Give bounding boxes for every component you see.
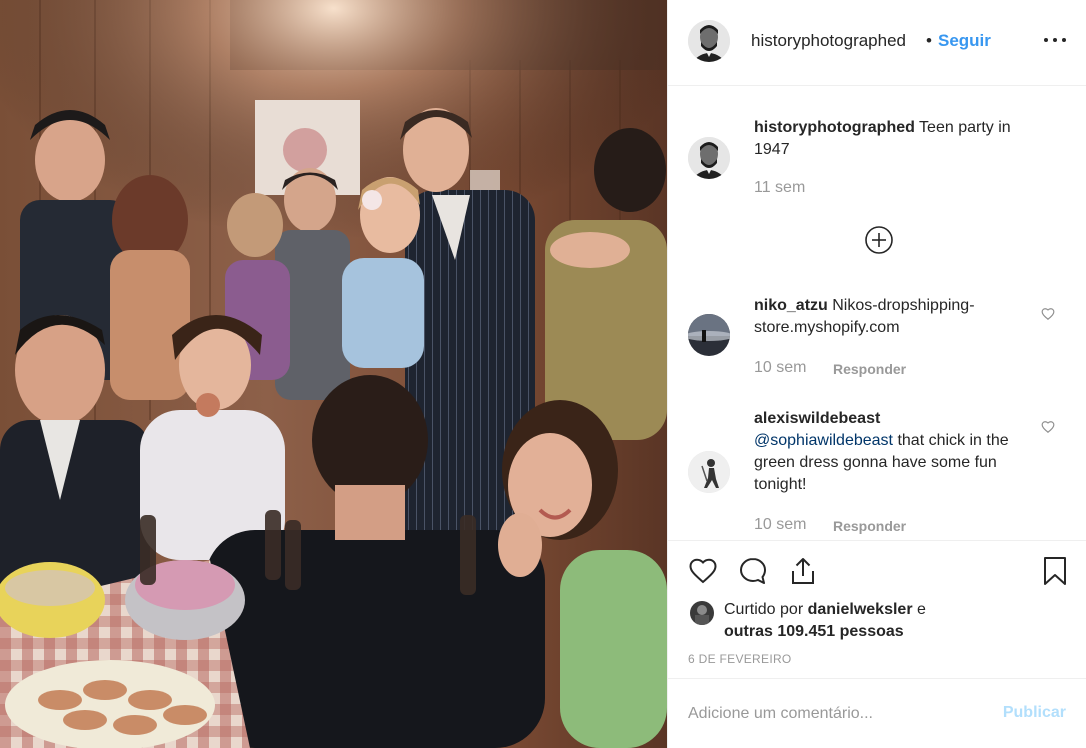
follow-button[interactable]: Seguir (938, 31, 991, 51)
caption-username[interactable]: historyphotographed (754, 119, 915, 136)
post-side-panel: historyphotographed • Seguir historyphot… (667, 0, 1086, 748)
more-dot (1053, 38, 1057, 42)
comment-username[interactable]: niko_atzu (754, 297, 828, 314)
liker-photo-icon (690, 601, 714, 625)
more-options-icon[interactable] (1044, 38, 1066, 44)
comment-input[interactable] (688, 701, 988, 727)
add-comment-bar: Publicar (668, 678, 1086, 748)
caption-avatar[interactable] (688, 137, 730, 179)
landscape-photo-icon (688, 314, 730, 356)
lincoln-portrait-icon (688, 20, 730, 62)
liked-by-summary: Curtido por danielweksler e outras 109.4… (724, 599, 1024, 643)
share-icon[interactable] (788, 556, 818, 586)
comment-text: alexiswildebeast @sophiawildebeast that c… (754, 408, 1040, 496)
comment-username[interactable]: alexiswildebeast (754, 410, 880, 427)
caption-timestamp[interactable]: 11 sem (754, 179, 805, 197)
comment-like-heart-icon[interactable] (1041, 307, 1055, 321)
post-photo[interactable] (0, 0, 667, 748)
comment-mention-link[interactable]: @sophiawildebeast (754, 432, 893, 449)
author-avatar[interactable] (688, 20, 730, 62)
separator-dot: • (926, 31, 932, 50)
walking-figure-photo-icon (688, 451, 730, 493)
caption-text: historyphotographed Teen party in 1947 (754, 117, 1040, 161)
lincoln-portrait-icon (688, 137, 730, 179)
post-header: historyphotographed • Seguir (668, 0, 1086, 86)
post-actions: Curtido por danielweksler e outras 109.4… (668, 540, 1086, 678)
comment-timestamp[interactable]: 10 sem (754, 516, 806, 534)
comment-text: niko_atzu Nikos-dropshipping-store.mysho… (754, 295, 1040, 339)
comment-like-heart-icon[interactable] (1041, 420, 1055, 434)
heart-icon[interactable] (688, 556, 718, 586)
comment-icon[interactable] (738, 556, 768, 586)
liked-by-others[interactable]: outras 109.451 pessoas (724, 623, 904, 640)
bookmark-icon[interactable] (1040, 556, 1070, 586)
liked-by-prefix: Curtido por (724, 601, 808, 618)
reply-button[interactable]: Responder (833, 361, 906, 377)
author-username[interactable]: historyphotographed (751, 31, 906, 51)
reply-button[interactable]: Responder (833, 518, 906, 534)
commenter-avatar[interactable] (688, 451, 730, 493)
more-dot (1044, 38, 1048, 42)
comments-list[interactable]: historyphotographed Teen party in 1947 1… (668, 86, 1086, 540)
liked-by-middle: e (912, 601, 926, 618)
comment-timestamp[interactable]: 10 sem (754, 359, 806, 377)
post-date[interactable]: 6 DE FEVEREIRO (688, 652, 792, 666)
teen-party-photo (0, 0, 667, 748)
plus-circle-glyph (865, 226, 893, 254)
commenter-avatar[interactable] (688, 314, 730, 356)
liker-avatar[interactable] (690, 601, 714, 625)
publish-button[interactable]: Publicar (1003, 704, 1066, 722)
liked-by-user[interactable]: danielweksler (808, 601, 913, 618)
plus-circle-icon[interactable] (864, 225, 894, 255)
instagram-post-modal: historyphotographed • Seguir historyphot… (0, 0, 1086, 748)
more-dot (1062, 38, 1066, 42)
